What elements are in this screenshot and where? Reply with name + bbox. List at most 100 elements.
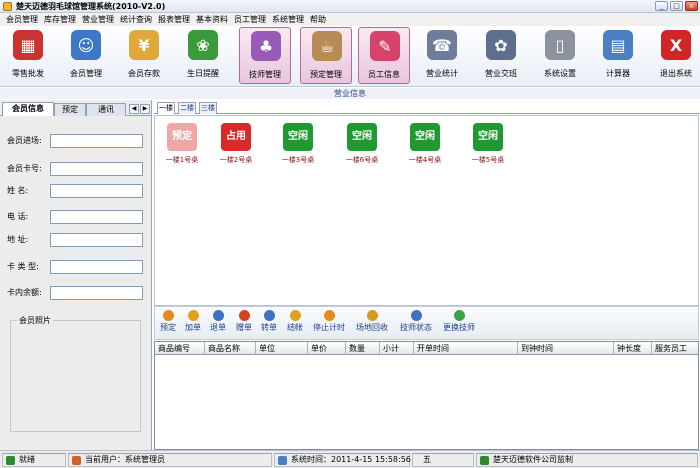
grid-column-header[interactable]: 服务员工 <box>652 342 698 355</box>
tab-member-info[interactable]: 会员信息 <box>2 102 54 116</box>
action-transfer-order-button[interactable]: 转单 <box>257 308 281 338</box>
action-label: 更换技师 <box>443 323 475 332</box>
menu-basic-data[interactable]: 基本资料 <box>193 13 231 26</box>
app-icon <box>3 2 12 11</box>
field-entry-label: 会员进场: <box>7 136 42 145</box>
grid-column-header[interactable]: 到钟时间 <box>518 342 614 355</box>
menu-system[interactable]: 系统管理 <box>269 13 307 26</box>
toolbar-employee-button[interactable]: ✎ 员工信息 <box>358 27 410 84</box>
birthday-icon: ❀ <box>188 30 218 60</box>
action-stop-timer-button[interactable]: 停止计时 <box>308 308 350 338</box>
grid-column-header[interactable]: 商品名称 <box>205 342 256 355</box>
field-card-number-input[interactable] <box>50 162 143 176</box>
close-button[interactable]: × <box>685 1 698 11</box>
action-reserve-button[interactable]: 预定 <box>156 308 180 338</box>
action-gift-order-button[interactable]: 赠单 <box>232 308 256 338</box>
status-time: 系统时间：2011-4-15 15:58:56 <box>274 453 411 467</box>
grid-column-header[interactable]: 单位 <box>256 342 308 355</box>
order-grid-header: 商品编号 商品名称 单位 单价 数量 小计 开单时间 到钟时间 钟长度 服务员工 <box>155 342 698 355</box>
action-technician-status-button[interactable]: 技师状态 <box>395 308 437 338</box>
tab-scroll-left-icon[interactable]: ◀ <box>129 104 139 114</box>
court-tile[interactable]: 空闲 一楼4号桌 <box>398 123 452 169</box>
menu-staff[interactable]: 员工管理 <box>231 13 269 26</box>
field-balance: 卡内余额: <box>7 286 147 300</box>
court-name: 一楼1号桌 <box>165 156 199 164</box>
menu-business[interactable]: 营业管理 <box>79 13 117 26</box>
action-label: 停止计时 <box>313 323 345 332</box>
order-action-bar: 预定 加单 退单 赠单 转单 结帐 停止计时 场地回收 技师状态 更换技师 <box>154 306 699 340</box>
action-change-technician-button[interactable]: 更换技师 <box>438 308 480 338</box>
action-add-order-button[interactable]: 加单 <box>181 308 205 338</box>
main-toolbar: ▦ 零售批发 ☺ 会员管理 ¥ 会员存款 ❀ 生日提醒 ♣ 技师管理 ☕ 预定管理 ✎ 员工信息 ☎ 营业统计… <box>0 26 700 87</box>
toolbar-label: 员工信息 <box>368 70 400 79</box>
court-tile[interactable]: 预定 一楼1号桌 <box>155 123 209 169</box>
return-order-icon <box>213 310 224 321</box>
grid-column-header[interactable]: 开单时间 <box>414 342 518 355</box>
court-tile[interactable]: 空闲 一楼3号桌 <box>271 123 325 169</box>
field-card-number-label: 会员卡号: <box>7 164 42 173</box>
toolbar-deposit-button[interactable]: ¥ 会员存款 <box>118 26 170 86</box>
toolbar-label: 技师管理 <box>249 70 281 79</box>
court-board: 预定 一楼1号桌 占用 一楼2号桌 空闲 一楼3号桌 空闲 一楼6号桌 空闲 一楼4号桌 空闲 一楼5… <box>154 115 699 306</box>
tab-contact[interactable]: 通讯 <box>86 103 126 116</box>
toolbar-reservation-button[interactable]: ☕ 预定管理 <box>300 27 352 84</box>
tab-floor-3[interactable]: 三楼 <box>199 102 217 114</box>
field-entry: 会员进场: <box>7 134 147 148</box>
action-return-order-button[interactable]: 退单 <box>206 308 230 338</box>
field-entry-input[interactable] <box>50 134 143 148</box>
toolbar-birthday-button[interactable]: ❀ 生日提醒 <box>177 26 229 86</box>
field-phone-input[interactable] <box>50 210 143 224</box>
toolbar-label: 预定管理 <box>310 70 342 79</box>
tab-floor-2[interactable]: 二楼 <box>178 102 196 114</box>
grid-column-header[interactable]: 钟长度 <box>614 342 652 355</box>
grid-column-header[interactable]: 数量 <box>346 342 380 355</box>
calculator-icon: ▤ <box>603 30 633 60</box>
minimize-button[interactable]: _ <box>655 1 668 11</box>
field-card-type-input[interactable] <box>50 260 143 274</box>
tab-scroll-right-icon[interactable]: ▶ <box>140 104 150 114</box>
court-tile[interactable]: 占用 一楼2号桌 <box>209 123 263 169</box>
menu-member[interactable]: 会员管理 <box>3 13 41 26</box>
checkout-icon <box>290 310 301 321</box>
section-label: 营业信息 <box>0 88 700 99</box>
member-panel: 会员信息 预定 通讯 ◀ ▶ 会员进场: 会员卡号: 姓 名: 电 话: 地 址: 卡 类… <box>0 100 152 450</box>
grid-column-header[interactable]: 小计 <box>380 342 414 355</box>
menu-statistics[interactable]: 统计查询 <box>117 13 155 26</box>
field-name-input[interactable] <box>50 184 143 198</box>
settings-icon: ▯ <box>545 30 575 60</box>
member-panel-tabs: 会员信息 预定 通讯 ◀ ▶ <box>0 102 152 116</box>
tab-reservation[interactable]: 预定 <box>54 103 86 116</box>
order-grid[interactable]: 商品编号 商品名称 单位 单价 数量 小计 开单时间 到钟时间 钟长度 服务员工 <box>154 341 699 450</box>
tab-floor-1[interactable]: 一楼 <box>157 102 175 114</box>
toolbar-cubes-button[interactable]: ▦ 零售批发 <box>2 26 54 86</box>
court-tile[interactable]: 空闲 一楼6号桌 <box>335 123 389 169</box>
toolbar-fax-button[interactable]: ☎ 营业统计 <box>416 26 468 86</box>
toolbar-technician-button[interactable]: ♣ 技师管理 <box>239 27 291 84</box>
toolbar-exit-button[interactable]: X 退出系统 <box>650 26 700 86</box>
member-photo-box: 会员照片 <box>10 315 141 432</box>
toolbar-calculator-button[interactable]: ▤ 计算器 <box>592 26 644 86</box>
toolbar-members-button[interactable]: ☺ 会员管理 <box>60 26 112 86</box>
court-name: 一楼3号桌 <box>281 156 315 164</box>
grid-column-header[interactable]: 商品编号 <box>155 342 205 355</box>
menu-help[interactable]: 帮助 <box>307 13 329 26</box>
grid-column-header[interactable]: 单价 <box>308 342 346 355</box>
menu-reports[interactable]: 报表管理 <box>155 13 193 26</box>
field-balance-input[interactable] <box>50 286 143 300</box>
court-tile[interactable]: 空闲 一楼5号桌 <box>461 123 515 169</box>
action-court-reclaim-button[interactable]: 场地回收 <box>351 308 393 338</box>
toolbar-settings-button[interactable]: ▯ 系统设置 <box>534 26 586 86</box>
members-icon: ☺ <box>71 30 101 60</box>
field-card-type-label: 卡 类 型: <box>7 262 39 271</box>
maximize-button[interactable]: □ <box>670 1 683 11</box>
field-address-input[interactable] <box>50 233 143 247</box>
toolbar-label: 计算器 <box>606 69 630 78</box>
add-order-icon <box>188 310 199 321</box>
field-name-label: 姓 名: <box>7 186 29 195</box>
toolbar-label: 营业交班 <box>485 69 517 78</box>
action-checkout-button[interactable]: 结帐 <box>283 308 307 338</box>
menu-bar: 会员管理 库存管理 营业管理 统计查询 报表管理 基本资料 员工管理 系统管理 … <box>0 13 700 26</box>
menu-inventory[interactable]: 库存管理 <box>41 13 79 26</box>
technician-status-icon <box>411 310 422 321</box>
toolbar-shift-button[interactable]: ✿ 营业交班 <box>475 26 527 86</box>
